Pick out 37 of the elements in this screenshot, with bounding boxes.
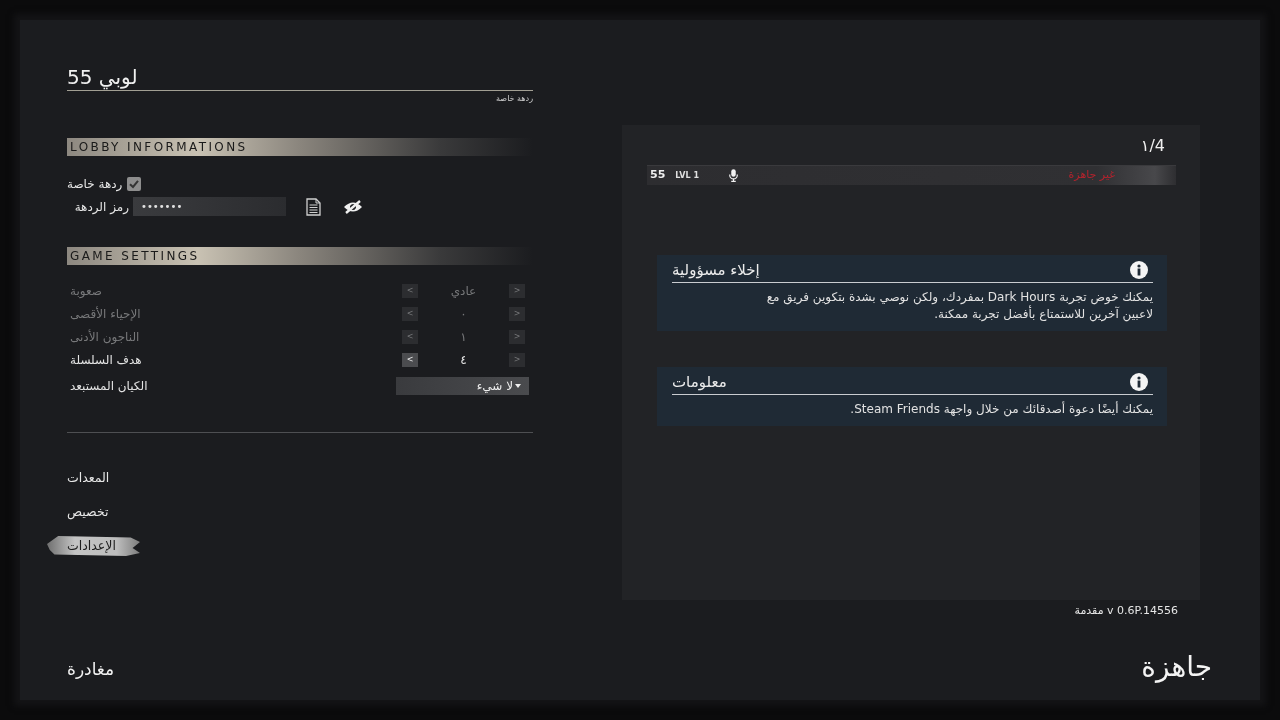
notice-title: إخلاء مسؤولية xyxy=(672,260,760,280)
version-label: v 0.6P.14556 مقدمة xyxy=(1074,604,1178,618)
notice-text: يمكنك أيضًا دعوة أصدقائك من خلال واجهة Steam Friends. xyxy=(849,401,1153,418)
ready-button[interactable]: جاهزة xyxy=(1141,650,1212,684)
setting-value: عادي xyxy=(449,283,478,300)
lobby-subtitle: ردهة خاصة xyxy=(496,94,533,104)
menu-item[interactable]: الإعدادات xyxy=(47,536,140,556)
field-label: رمز الردهة xyxy=(73,198,129,216)
setting-label: الكيان المستبعد xyxy=(70,378,148,395)
setting-label: هدف السلسلة xyxy=(70,352,142,369)
menu-item[interactable]: المعدات xyxy=(67,468,110,488)
notice-text: يمكنك خوض تجربة Dark Hours بمفردك، ولكن نوصي بشدة بتكوين فريق مع لاعبين آخرين للاستمتاع بأفضل تجربة ممكنة. xyxy=(765,289,1153,323)
arrow-button[interactable]: < xyxy=(402,353,418,367)
setting-value: ١ xyxy=(459,329,468,346)
checkbox[interactable] xyxy=(127,177,142,191)
player-status: غير جاهزة xyxy=(1068,167,1115,184)
info-icon xyxy=(1130,373,1148,391)
player-name: 55 xyxy=(650,167,666,184)
checkbox-label: ردهة خاصة xyxy=(67,176,123,193)
player-level: LVL 1 xyxy=(675,169,699,182)
setting-value: ٠ xyxy=(459,306,468,323)
player-count: ١/4 xyxy=(1140,136,1165,156)
document-icon[interactable] xyxy=(306,197,321,216)
microphone-icon[interactable] xyxy=(728,169,738,182)
notice-title: معلومات xyxy=(672,372,727,392)
menu-item[interactable]: تخصيص xyxy=(67,502,109,522)
setting-value: ٤ xyxy=(459,352,468,369)
dropdown[interactable]: لا شيء xyxy=(396,377,529,395)
setting-label: الإحياء الأقصى xyxy=(70,305,141,323)
setting-label: الناجون الأدنى xyxy=(70,328,140,346)
code-field[interactable]: ••••••• xyxy=(133,197,286,216)
caret-icon xyxy=(515,384,521,388)
leave-button[interactable]: مغادرة xyxy=(67,658,115,680)
eye-slash-icon[interactable] xyxy=(343,199,363,214)
info-icon xyxy=(1130,261,1148,279)
setting-label: صعوبة xyxy=(70,283,102,300)
lobby-title: لوبي 55 xyxy=(67,64,138,90)
